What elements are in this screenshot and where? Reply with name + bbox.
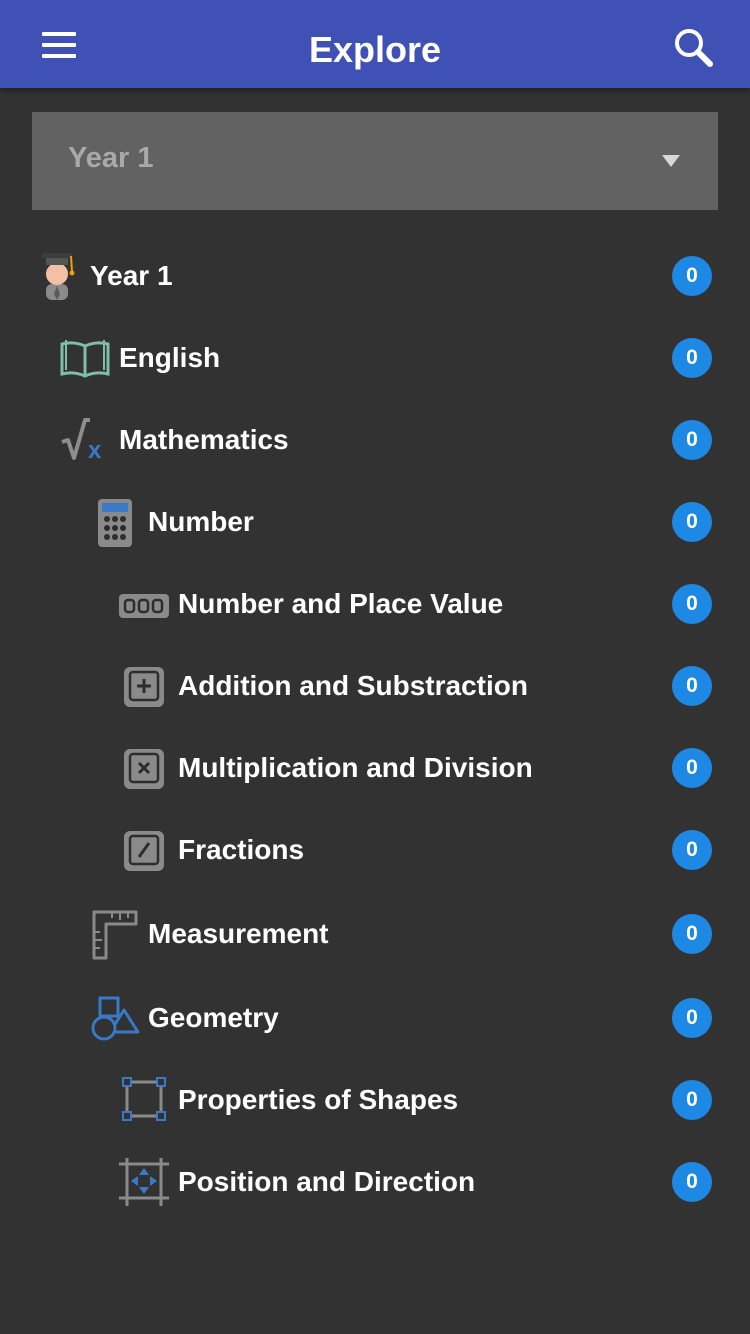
tree-item-label: Year 1	[90, 260, 173, 291]
page-title: Explore	[308, 29, 442, 70]
shapes-icon	[91, 996, 140, 1041]
count-badge: 0	[672, 998, 712, 1038]
tree-item-label: Measurement	[148, 918, 329, 949]
tree-item-label: Position and Direction	[178, 1166, 476, 1197]
digits-counter-icon	[119, 594, 169, 618]
open-book-icon	[60, 340, 110, 378]
tree-item-addition-and-substraction[interactable]: Addition and Substraction 0	[0, 660, 750, 742]
tree-item-geometry[interactable]: Geometry 0	[0, 992, 750, 1074]
tree-item-position-and-direction[interactable]: Position and Direction 0	[0, 1156, 750, 1238]
count-badge: 0	[672, 914, 712, 954]
count-badge: 0	[672, 830, 712, 870]
tree-item-properties-of-shapes[interactable]: Properties of Shapes 0	[0, 1074, 750, 1156]
slash-key-icon	[124, 831, 164, 871]
ruler-square-icon	[92, 910, 138, 960]
tree-item-number[interactable]: Number 0	[0, 496, 750, 578]
tree-item-label: Fractions	[178, 834, 305, 865]
tree-item-label: English	[119, 342, 221, 373]
tree-item-label: Addition and Substraction	[178, 670, 528, 701]
count-badge: 0	[672, 256, 712, 296]
count-badge: 0	[672, 748, 712, 788]
tree-item-label: Multiplication and Division	[178, 752, 533, 783]
graduate-icon	[42, 253, 75, 300]
dropdown-caret-icon	[662, 155, 680, 167]
square-root-icon: x	[61, 418, 102, 464]
tree-item-fractions[interactable]: Fractions 0	[0, 824, 750, 906]
year-selector-value: Year 1	[68, 142, 154, 174]
tree-item-english[interactable]: English 0	[0, 332, 750, 414]
tree-item-number-and-place-value[interactable]: Number and Place Value 0	[0, 578, 750, 660]
move-arrows-icon	[119, 1158, 169, 1206]
tree-item-label: Geometry	[148, 1002, 279, 1033]
search-icon	[675, 29, 713, 67]
count-badge: 0	[672, 1080, 712, 1120]
tree-item-label: Properties of Shapes	[178, 1084, 459, 1115]
tree-item-multiplication-and-division[interactable]: Multiplication and Division 0	[0, 742, 750, 824]
count-badge: 0	[672, 420, 712, 460]
count-badge: 0	[672, 584, 712, 624]
tree-item-measurement[interactable]: Measurement 0	[0, 908, 750, 990]
plus-key-icon	[124, 667, 164, 707]
tree-item-year-1[interactable]: Year 1 0	[0, 250, 750, 332]
count-badge: 0	[672, 666, 712, 706]
count-badge: 0	[672, 338, 712, 378]
calculator-icon	[98, 499, 132, 547]
app-bar: Explore	[0, 0, 750, 88]
tree-item-mathematics[interactable]: x Mathematics 0	[0, 414, 750, 496]
svg-text:x: x	[88, 437, 102, 464]
tree-item-label: Number	[148, 506, 254, 537]
search-button[interactable]	[672, 26, 716, 70]
selection-box-icon	[122, 1077, 166, 1121]
tree-item-label: Number and Place Value	[178, 588, 504, 619]
tree-item-label: Mathematics	[119, 424, 289, 455]
count-badge: 0	[672, 502, 712, 542]
year-selector[interactable]: Year 1	[32, 112, 718, 210]
times-key-icon	[124, 749, 164, 789]
count-badge: 0	[672, 1162, 712, 1202]
